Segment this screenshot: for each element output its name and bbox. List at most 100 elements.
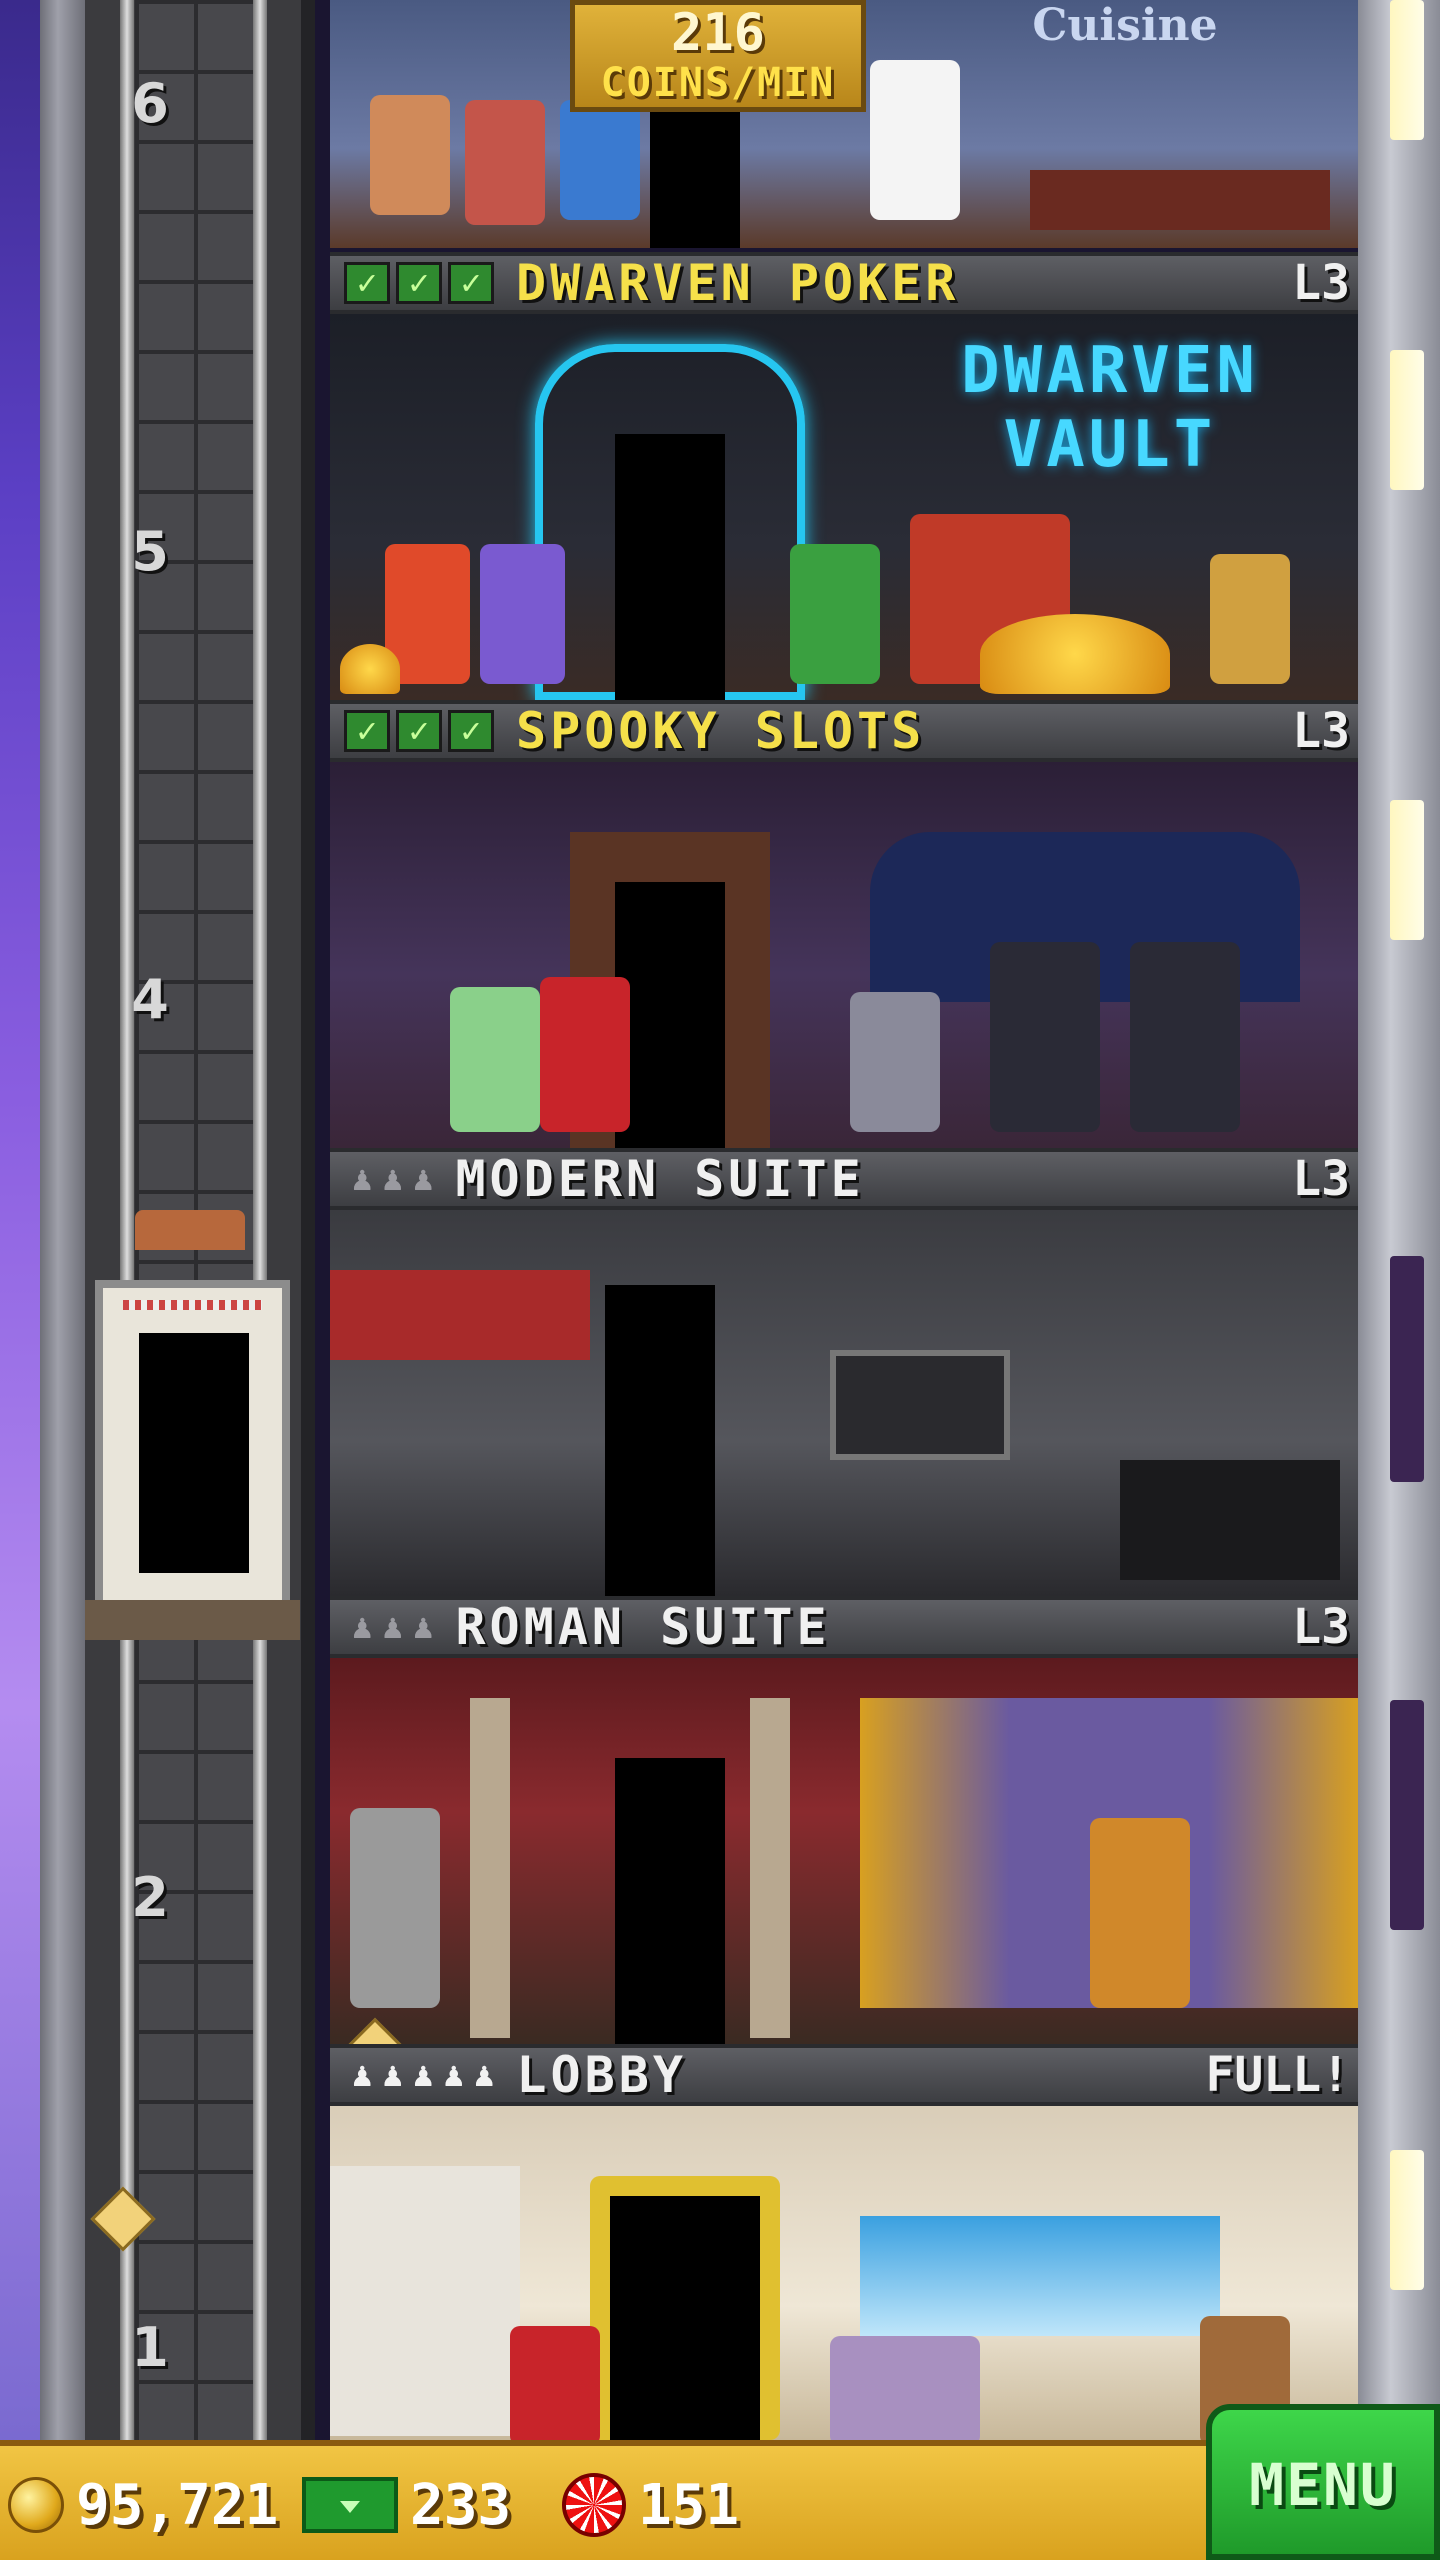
lobby-door <box>610 2196 760 2440</box>
floor-title-bar[interactable]: ♟ ♟ ♟ ♟ ♟ LOBBY FULL! <box>330 2044 1358 2106</box>
floor-number-1: 1 <box>131 2316 169 2379</box>
zombie-sprite[interactable] <box>850 992 940 1132</box>
window-dark <box>1390 1256 1424 1482</box>
coins-value: 95,721 <box>76 2472 279 2538</box>
roman-suite-room[interactable] <box>330 1658 1358 2044</box>
check-icon: ✓ <box>396 262 442 304</box>
dwarven-poker-room[interactable]: DWARVEN VAULT <box>330 314 1358 700</box>
person-icon: ♟ <box>382 1607 403 1647</box>
check-icon: ✓ <box>448 710 494 752</box>
bitizen-sprite[interactable] <box>830 2336 980 2440</box>
person-icon: ♟ <box>412 2055 434 2095</box>
elevator-trim <box>123 1300 262 1310</box>
stock-checks: ✓ ✓ ✓ <box>344 710 494 752</box>
floor-level: L3 <box>1292 255 1350 311</box>
resident-slots: ♟ ♟ ♟ <box>352 1607 433 1647</box>
floor-level: L3 <box>1292 1599 1350 1655</box>
bitizen-sprite[interactable] <box>1090 1818 1190 2008</box>
elevator-panel <box>330 2166 520 2436</box>
elevator-car[interactable] <box>85 1210 300 1640</box>
elevator-base <box>85 1600 300 1640</box>
person-icon: ♟ <box>412 1607 434 1647</box>
floor-name: DWARVEN POKER <box>516 254 960 312</box>
gold-pile <box>340 644 400 694</box>
gold-pile <box>980 614 1170 694</box>
room-door <box>615 882 725 1148</box>
person-icon: ♟ <box>352 1159 373 1199</box>
floor-title-bar[interactable]: ✓ ✓ ✓ DWARVEN POKER L3 <box>330 252 1358 314</box>
column <box>470 1698 510 2038</box>
check-icon: ✓ <box>344 710 390 752</box>
dwarf-sprite[interactable] <box>790 544 880 684</box>
person-icon: ♟ <box>473 2055 495 2095</box>
floor-number-5: 5 <box>131 520 169 583</box>
room-door <box>605 1285 715 1596</box>
elevator-roof <box>135 1210 245 1250</box>
bitizen-sprite[interactable] <box>465 100 545 225</box>
wall-stripe <box>330 1270 590 1360</box>
window-lit <box>1390 350 1424 490</box>
check-icon: ✓ <box>344 262 390 304</box>
person-icon: ♟ <box>382 1159 403 1199</box>
chip-icon <box>562 2473 626 2537</box>
window-lit <box>1390 0 1424 140</box>
resident-slots: ♟ ♟ ♟ ♟ ♟ <box>352 2055 494 2095</box>
restaurant-sign: Cuisine <box>1032 0 1218 51</box>
bitizen-sprite[interactable] <box>560 100 640 220</box>
dwarven-vault-sign: DWARVEN VAULT <box>961 334 1259 482</box>
bitizen-sprite[interactable] <box>370 95 450 215</box>
bellhop-sprite[interactable] <box>540 977 630 1132</box>
elevator-rail-left <box>120 0 134 2440</box>
chips-value: 151 <box>638 2472 740 2538</box>
bitizen-sprite[interactable] <box>1210 554 1290 684</box>
elevator-door <box>139 1333 249 1573</box>
coin-rate-value: 216 <box>671 3 765 63</box>
floor-number-6: 6 <box>131 72 169 135</box>
floor-number-4: 4 <box>131 968 169 1031</box>
floor-title-bar[interactable]: ♟ ♟ ♟ MODERN SUITE L3 <box>330 1148 1358 1210</box>
spooky-slots-room[interactable] <box>330 762 1358 1148</box>
tower-left-edge <box>40 0 85 2440</box>
floor-name: MODERN SUITE <box>455 1150 865 1208</box>
bellhop-sprite[interactable] <box>510 2326 600 2440</box>
column <box>750 1698 790 2038</box>
bux-value: 233 <box>410 2472 512 2538</box>
bed <box>1120 1460 1340 1580</box>
coins-per-minute-plate[interactable]: 216 COINS/MIN <box>570 0 866 112</box>
floor-status: FULL! <box>1205 2047 1351 2103</box>
bux-icon <box>302 2477 398 2533</box>
resident-slots: ♟ ♟ ♟ <box>352 1159 433 1199</box>
floor-title-bar[interactable]: ♟ ♟ ♟ ROMAN SUITE L3 <box>330 1596 1358 1658</box>
coin-rate-unit: COINS/MIN <box>600 60 836 106</box>
person-icon: ♟ <box>412 1159 434 1199</box>
window-dark <box>1390 1700 1424 1930</box>
person-icon: ♟ <box>443 2055 464 2095</box>
coins-counter[interactable]: 95,721 <box>8 2470 278 2540</box>
slot-machine <box>990 942 1100 1132</box>
aquarium <box>860 2216 1220 2336</box>
lobby-room[interactable] <box>330 2106 1358 2440</box>
floor-title-bar[interactable]: ✓ ✓ ✓ SPOOKY SLOTS L3 <box>330 700 1358 762</box>
room-door <box>615 1758 725 2044</box>
chef-sprite[interactable] <box>870 60 960 220</box>
floor-name: LOBBY <box>516 2046 687 2104</box>
stock-checks: ✓ ✓ ✓ <box>344 262 494 304</box>
floor-name: SPOOKY SLOTS <box>516 702 926 760</box>
chips-counter[interactable]: 151 <box>562 2470 739 2540</box>
person-icon: ♟ <box>352 1607 373 1647</box>
restaurant-door <box>650 110 740 248</box>
floor-level: L3 <box>1292 1151 1350 1207</box>
bux-counter[interactable]: 233 <box>302 2470 511 2540</box>
bitizen-sprite[interactable] <box>450 987 540 1132</box>
check-icon: ✓ <box>396 710 442 752</box>
sky-background <box>0 0 40 2440</box>
room-door <box>615 434 725 700</box>
bitizen-sprite[interactable] <box>480 544 565 684</box>
floor-name: ROMAN SUITE <box>455 1598 831 1656</box>
floor-number-2: 2 <box>131 1866 169 1929</box>
modern-suite-room[interactable] <box>330 1210 1358 1596</box>
dining-tables <box>1030 170 1330 230</box>
menu-button[interactable]: MENU <box>1206 2404 1440 2560</box>
floor-level: L3 <box>1292 703 1350 759</box>
coin-icon <box>8 2477 64 2533</box>
